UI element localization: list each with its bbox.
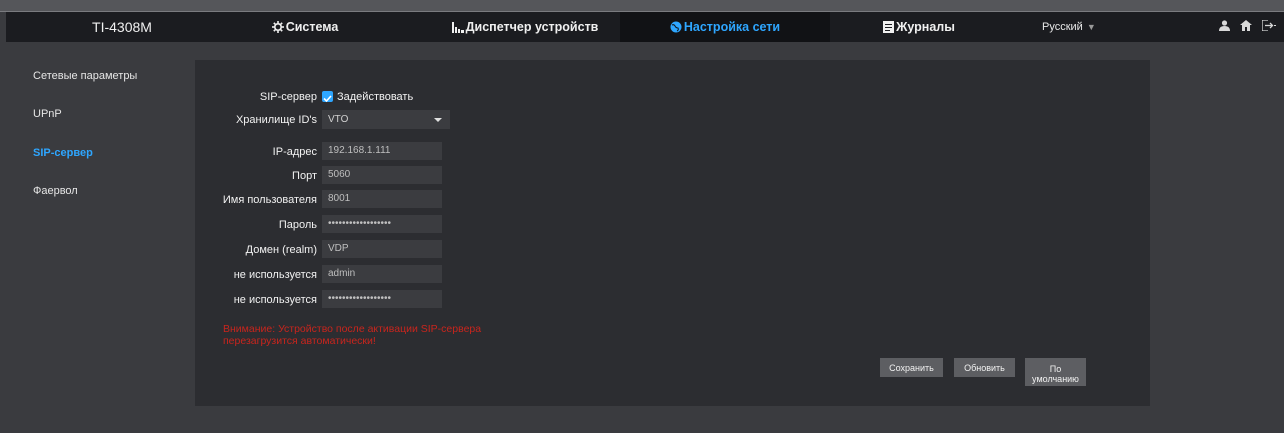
top-navbar: TI-4308M Система Диспетчер устройств Нас… [6, 12, 1284, 42]
device-manager-icon [451, 14, 464, 44]
log-icon [883, 14, 895, 44]
dropdown-arrow-icon [434, 118, 442, 122]
nav-logs-label: Журналы [896, 20, 955, 34]
language-label: Русский [1042, 21, 1083, 33]
domain-input[interactable] [322, 240, 442, 258]
sip-server-label: SIP-сервер [259, 91, 317, 103]
logout-icon[interactable] [1261, 18, 1276, 36]
row-domain: Домен (realm) [195, 240, 595, 260]
row-unused-2: не используется [195, 290, 595, 310]
row-ip: IP-адрес [195, 142, 595, 162]
default-button-line1: По [1049, 363, 1062, 374]
unused-1-input[interactable] [322, 265, 442, 283]
row-username: Имя пользователя [195, 190, 595, 210]
nav-device-manager[interactable]: Диспетчер устройств [450, 12, 600, 42]
row-port: Порт [195, 166, 595, 186]
id-storage-label: Хранилище ID's [235, 114, 317, 126]
nav-device-manager-label: Диспетчер устройств [465, 20, 599, 34]
sidebar-item-upnp[interactable]: UPnP [33, 108, 62, 120]
port-label: Порт [292, 170, 317, 182]
ip-input[interactable] [322, 142, 442, 160]
nav-system-label: Система [285, 20, 339, 34]
sidebar-item-firewall[interactable]: Фаервол [33, 185, 78, 197]
window-top-strip [0, 0, 1284, 12]
unused-2-label: не используется [233, 294, 317, 306]
user-icon[interactable] [1219, 18, 1230, 36]
row-sip-server: SIP-сервер Задействовать [195, 87, 595, 107]
default-button[interactable]: По умолчанию [1025, 358, 1086, 386]
row-id-storage: Хранилище ID's VTO [195, 110, 595, 130]
chevron-down-icon: ▼ [1086, 22, 1096, 32]
default-button-line2: умолчанию [1032, 373, 1079, 384]
id-storage-select[interactable]: VTO [322, 110, 450, 129]
sip-settings-panel: SIP-сервер Задействовать Хранилище ID's … [195, 60, 1150, 406]
row-password: Пароль [195, 215, 595, 235]
port-input[interactable] [322, 166, 442, 184]
row-unused-1: не используется [195, 265, 595, 285]
username-label: Имя пользователя [222, 194, 317, 206]
unused-1-label: не используется [233, 269, 317, 281]
password-input[interactable] [322, 215, 442, 233]
nav-network-settings-label: Настройка сети [683, 20, 781, 34]
id-storage-value: VTO [328, 114, 349, 125]
sidebar-item-sip-server[interactable]: SIP-сервер [33, 147, 93, 159]
sidebar-item-network-params[interactable]: Сетевые параметры [33, 70, 137, 82]
refresh-button[interactable]: Обновить [954, 358, 1015, 377]
main-content: Сетевые параметры UPnP SIP-сервер Фаерво… [6, 42, 1284, 433]
checkmark-icon [323, 95, 332, 103]
nav-logs[interactable]: Журналы [874, 12, 964, 42]
domain-label: Домен (realm) [245, 244, 317, 256]
enable-checkbox[interactable] [322, 91, 333, 103]
language-select[interactable]: Русский ▼ [1042, 12, 1096, 42]
gear-icon [271, 14, 284, 44]
device-title: TI-4308M [92, 19, 152, 35]
unused-2-input[interactable] [322, 290, 442, 308]
save-button[interactable]: Сохранить [880, 358, 943, 377]
password-label: Пароль [278, 219, 317, 231]
enable-label: Задействовать [337, 91, 414, 103]
home-icon[interactable] [1240, 18, 1252, 36]
header-right-icons [1219, 12, 1276, 42]
ip-label: IP-адрес [272, 146, 317, 158]
restart-warning: Внимание: Устройство после активации SIP… [223, 323, 482, 347]
globe-icon [670, 14, 682, 44]
nav-network-settings[interactable]: Настройка сети [620, 12, 830, 42]
nav-system[interactable]: Система [260, 12, 350, 42]
username-input[interactable] [322, 190, 442, 208]
